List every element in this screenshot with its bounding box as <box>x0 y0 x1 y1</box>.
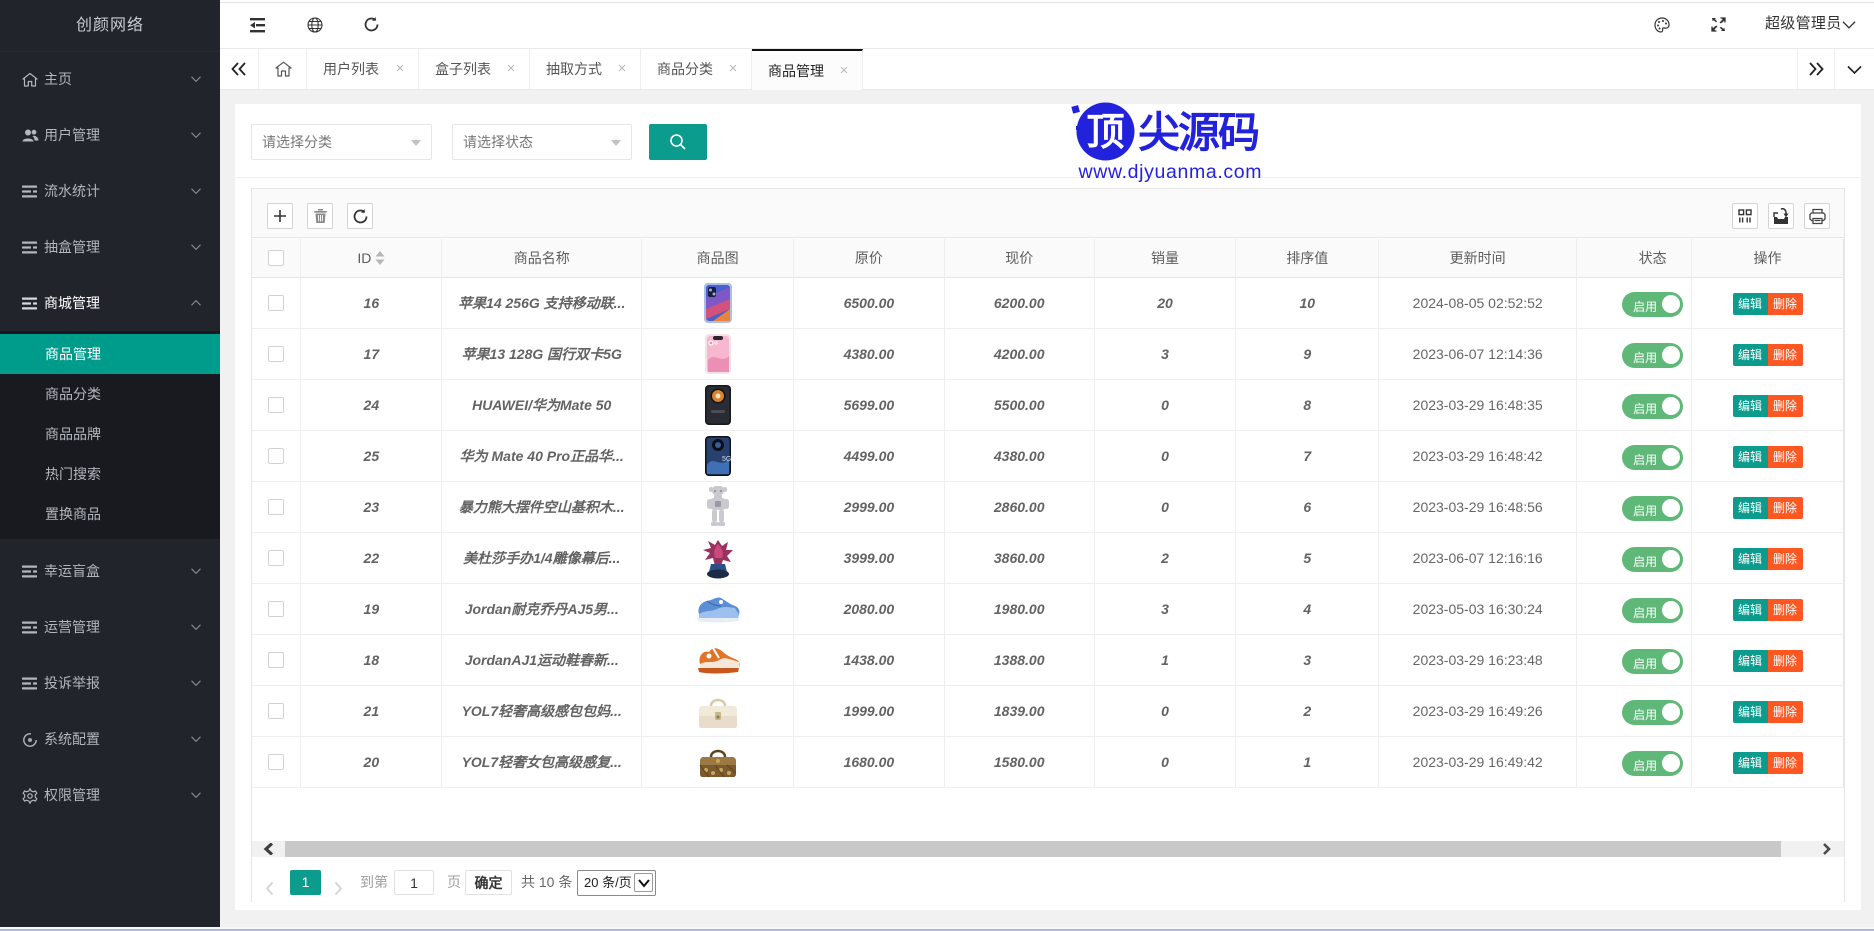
svg-text:尖源码: 尖源码 <box>1138 109 1260 156</box>
svg-text:顶: 顶 <box>1086 112 1124 154</box>
svg-text:5G: 5G <box>722 456 731 463</box>
svg-text:www.djyuanma.com: www.djyuanma.com <box>1078 161 1262 183</box>
